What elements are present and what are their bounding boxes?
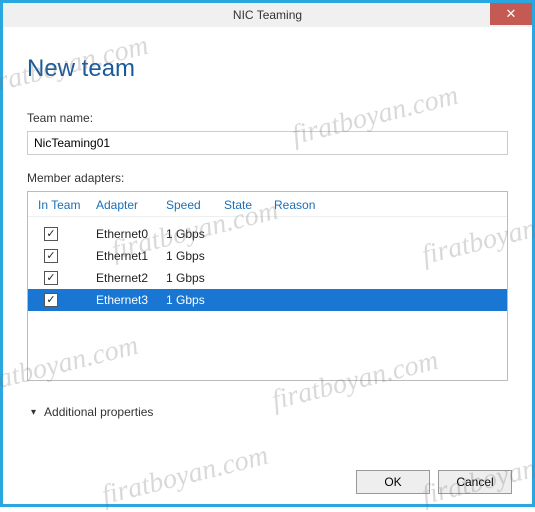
table-row[interactable]: ✓ Ethernet11 Gbps: [28, 245, 507, 267]
col-reason[interactable]: Reason: [274, 198, 497, 212]
speed-cell: 1 Gbps: [166, 249, 224, 263]
adapters-grid: In Team Adapter Speed State Reason ✓ Ethe…: [27, 191, 508, 381]
adapter-cell: Ethernet0: [96, 227, 166, 241]
inteam-checkbox[interactable]: ✓: [44, 249, 58, 263]
dialog-footer: OK Cancel: [356, 470, 512, 494]
inteam-checkbox[interactable]: ✓: [44, 227, 58, 241]
additional-properties-label: Additional properties: [44, 405, 153, 419]
adapter-cell: Ethernet2: [96, 271, 166, 285]
cancel-button[interactable]: Cancel: [438, 470, 512, 494]
speed-cell: 1 Gbps: [166, 227, 224, 241]
table-row[interactable]: ✓ Ethernet21 Gbps: [28, 267, 507, 289]
team-name-label: Team name:: [27, 111, 508, 125]
table-row[interactable]: ✓ Ethernet01 Gbps: [28, 223, 507, 245]
speed-cell: 1 Gbps: [166, 271, 224, 285]
col-inteam[interactable]: In Team: [38, 198, 96, 212]
chevron-down-icon: ▾: [31, 407, 36, 418]
col-adapter[interactable]: Adapter: [96, 198, 166, 212]
team-name-input[interactable]: [27, 131, 508, 155]
grid-body: ✓Ethernet01 Gbps✓Ethernet11 Gbps✓Etherne…: [28, 217, 507, 311]
dialog-content: New team Team name: Member adapters: In …: [3, 27, 532, 429]
col-state[interactable]: State: [224, 198, 274, 212]
speed-cell: 1 Gbps: [166, 293, 224, 307]
inteam-checkbox[interactable]: ✓: [44, 293, 58, 307]
grid-header: In Team Adapter Speed State Reason: [28, 192, 507, 217]
inteam-checkbox[interactable]: ✓: [44, 271, 58, 285]
window-title: NIC Teaming: [233, 8, 302, 22]
adapter-cell: Ethernet3: [96, 293, 166, 307]
close-button[interactable]: ✕: [490, 3, 532, 25]
table-row[interactable]: ✓ Ethernet31 Gbps: [28, 289, 507, 311]
close-icon: ✕: [506, 6, 517, 22]
dialog-window: NIC Teaming ✕ New team Team name: Member…: [0, 0, 535, 507]
ok-button[interactable]: OK: [356, 470, 430, 494]
titlebar: NIC Teaming ✕: [3, 3, 532, 27]
member-adapters-label: Member adapters:: [27, 171, 508, 185]
col-speed[interactable]: Speed: [166, 198, 224, 212]
page-title: New team: [27, 55, 508, 83]
adapter-cell: Ethernet1: [96, 249, 166, 263]
additional-properties-toggle[interactable]: ▾ Additional properties: [27, 405, 508, 419]
